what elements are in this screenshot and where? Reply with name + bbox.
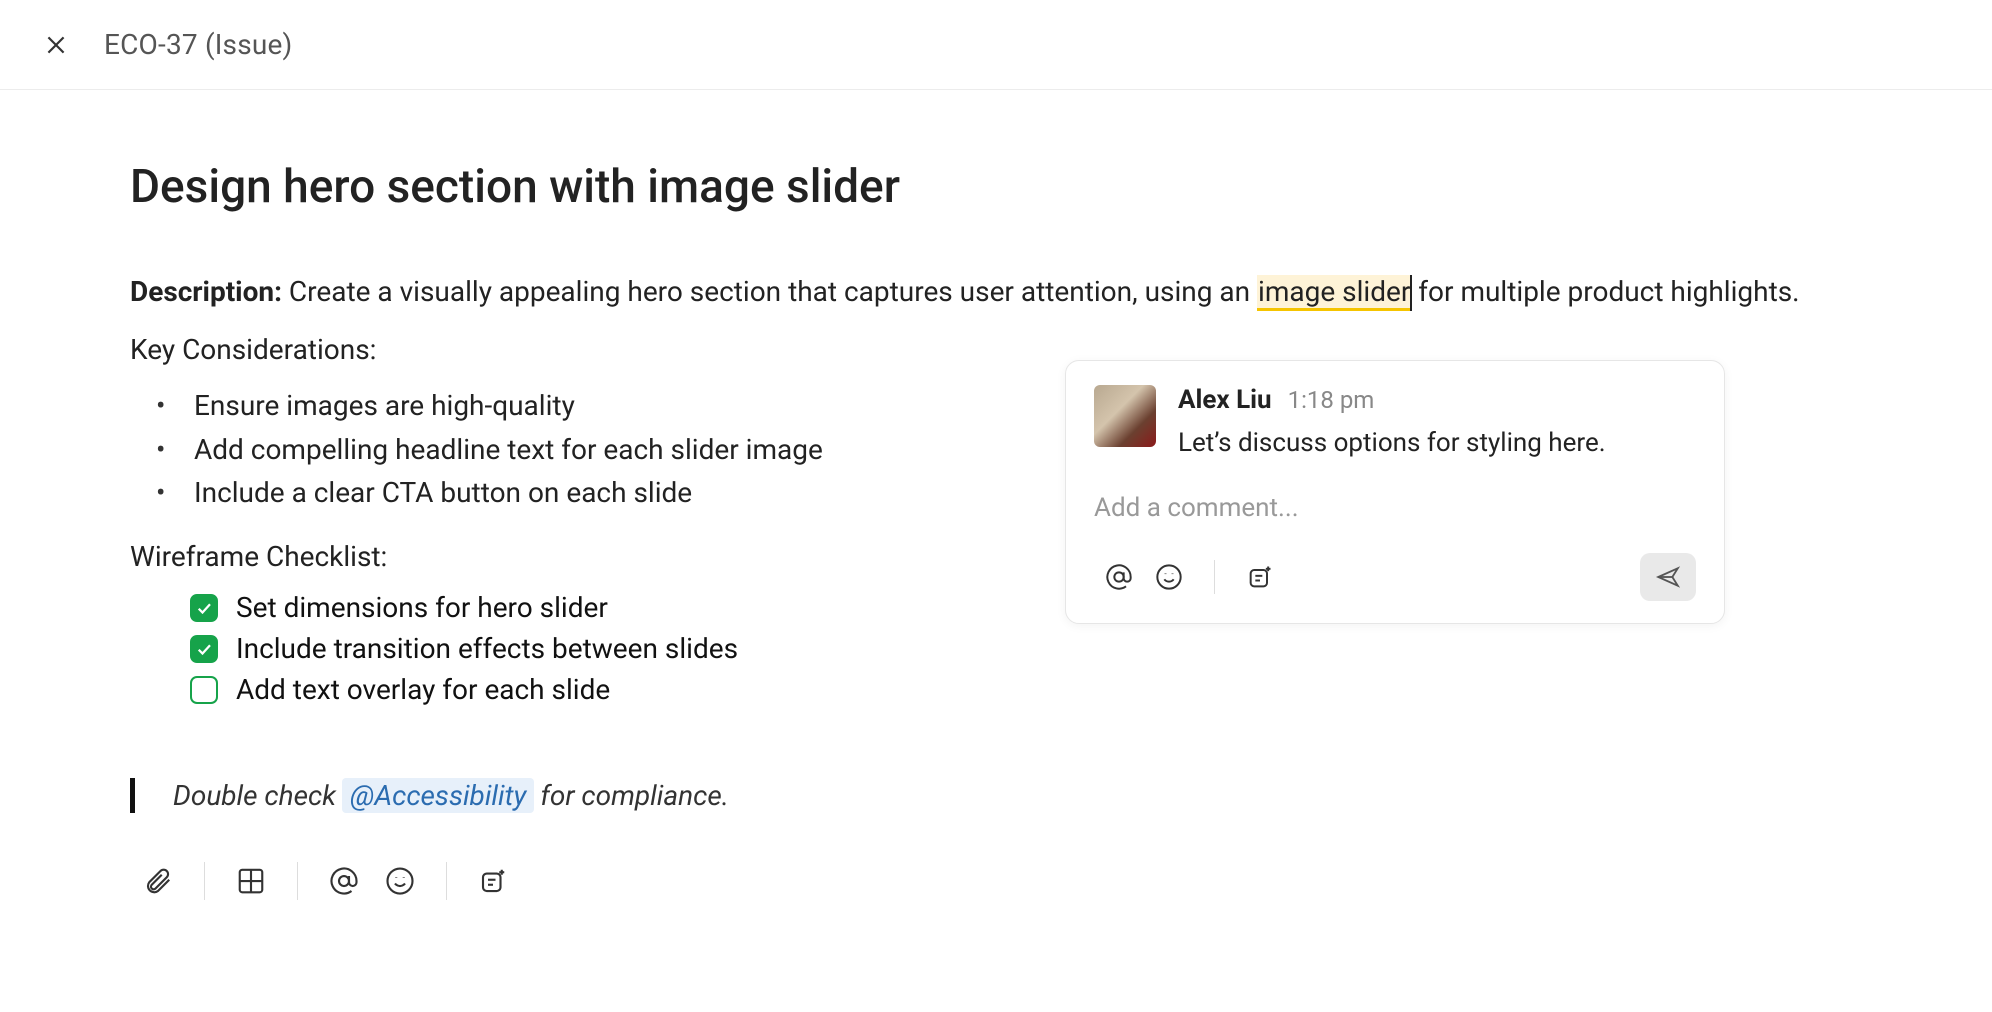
at-icon (329, 866, 359, 896)
checklist-item-label[interactable]: Add text overlay for each slide (236, 673, 610, 706)
ai-assist-button[interactable] (1235, 554, 1285, 600)
smile-icon (1155, 563, 1183, 591)
note-text-after: for compliance. (540, 779, 729, 812)
ai-sparkle-icon (478, 866, 508, 896)
close-icon (43, 32, 69, 58)
issue-title[interactable]: Design hero section with image slider (130, 160, 1862, 214)
paperclip-icon (143, 866, 173, 896)
editor-toolbar (130, 853, 1862, 909)
comment: Alex Liu 1:18 pm Let’s discuss options f… (1094, 385, 1696, 461)
toolbar-separator (1214, 560, 1215, 594)
issue-id-label[interactable]: ECO-37 (Issue) (104, 28, 293, 61)
checklist-item-label[interactable]: Include transition effects between slide… (236, 632, 738, 665)
note-text-before: Double check (173, 779, 336, 812)
avatar[interactable] (1094, 385, 1156, 447)
checkmark-icon (195, 599, 213, 617)
smile-icon (385, 866, 415, 896)
header-bar: ECO-37 (Issue) (0, 0, 1992, 90)
toolbar-separator (204, 862, 205, 900)
description-text-before: Create a visually appealing hero section… (282, 275, 1257, 308)
close-button[interactable] (40, 29, 72, 61)
checkbox-checked[interactable] (190, 635, 218, 663)
comment-text: Let’s discuss options for styling here. (1178, 425, 1696, 461)
description-text-after: for multiple product highlights. (1411, 275, 1799, 308)
checkbox-unchecked[interactable] (190, 676, 218, 704)
send-icon (1655, 564, 1681, 590)
highlighted-text[interactable]: image slider (1257, 275, 1411, 311)
comment-author: Alex Liu (1178, 385, 1272, 415)
mention-chip[interactable]: @Accessibility (342, 778, 534, 813)
send-button[interactable] (1640, 553, 1696, 601)
at-icon (1105, 563, 1133, 591)
grid-icon (236, 866, 266, 896)
attach-button[interactable] (130, 853, 186, 909)
ai-sparkle-icon (1246, 563, 1274, 591)
mention-button[interactable] (1094, 554, 1144, 600)
issue-body: Design hero section with image slider De… (0, 90, 1992, 949)
checklist-item-label[interactable]: Set dimensions for hero slider (236, 591, 608, 624)
checklist-item: Include transition effects between slide… (190, 632, 1862, 665)
issue-description[interactable]: Description: Create a visually appealing… (130, 272, 1862, 311)
checklist-item: Add text overlay for each slide (190, 673, 1862, 706)
toolbar-separator (446, 862, 447, 900)
toolbar-separator (297, 862, 298, 900)
comment-thread-popup: Alex Liu 1:18 pm Let’s discuss options f… (1065, 360, 1725, 624)
ai-assist-button[interactable] (465, 853, 521, 909)
comment-toolbar (1094, 553, 1696, 601)
comment-input[interactable] (1094, 491, 1696, 525)
blockquote-note[interactable]: Double check @Accessibility for complian… (130, 778, 1862, 813)
emoji-button[interactable] (1144, 554, 1194, 600)
table-button[interactable] (223, 853, 279, 909)
checkbox-checked[interactable] (190, 594, 218, 622)
description-label: Description: (130, 275, 282, 308)
mention-button[interactable] (316, 853, 372, 909)
comment-timestamp: 1:18 pm (1288, 386, 1375, 414)
checkmark-icon (195, 640, 213, 658)
emoji-button[interactable] (372, 853, 428, 909)
